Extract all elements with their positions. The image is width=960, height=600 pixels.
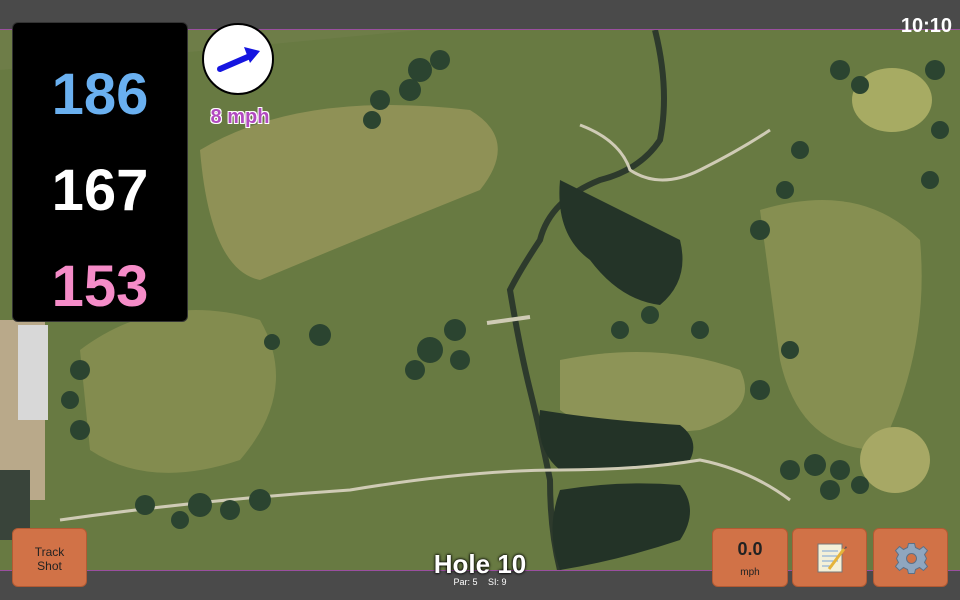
track-shot-label-line1: Track [34, 545, 65, 559]
distance-front: 153 [51, 254, 149, 319]
distance-back: 186 [51, 62, 149, 127]
speed-button[interactable]: 0.0 mph [712, 528, 788, 587]
track-shot-button[interactable]: Track Shot [12, 528, 87, 587]
distance-center: 167 [51, 158, 149, 223]
track-shot-label-line2: Shot [37, 559, 62, 573]
wind-direction-arrow-icon [217, 47, 260, 72]
settings-button[interactable] [873, 528, 948, 587]
wind-indicator [202, 23, 274, 95]
notepad-icon [817, 543, 847, 573]
hole-par: Par: 5 [453, 577, 478, 587]
wind-speed: 8 mph [210, 106, 270, 128]
hole-info: Par: 5 SI: 9 [380, 577, 580, 588]
speed-unit: mph [740, 567, 760, 578]
hole-title: Hole 10 [433, 549, 527, 579]
gear-icon [894, 543, 929, 574]
hole-stroke-index: SI: 9 [488, 577, 507, 587]
distance-panel: 186 167 153 [12, 22, 188, 322]
speed-value: 0.0 [737, 539, 763, 559]
clock: 10:10 [900, 15, 952, 37]
notes-button[interactable] [792, 528, 867, 587]
